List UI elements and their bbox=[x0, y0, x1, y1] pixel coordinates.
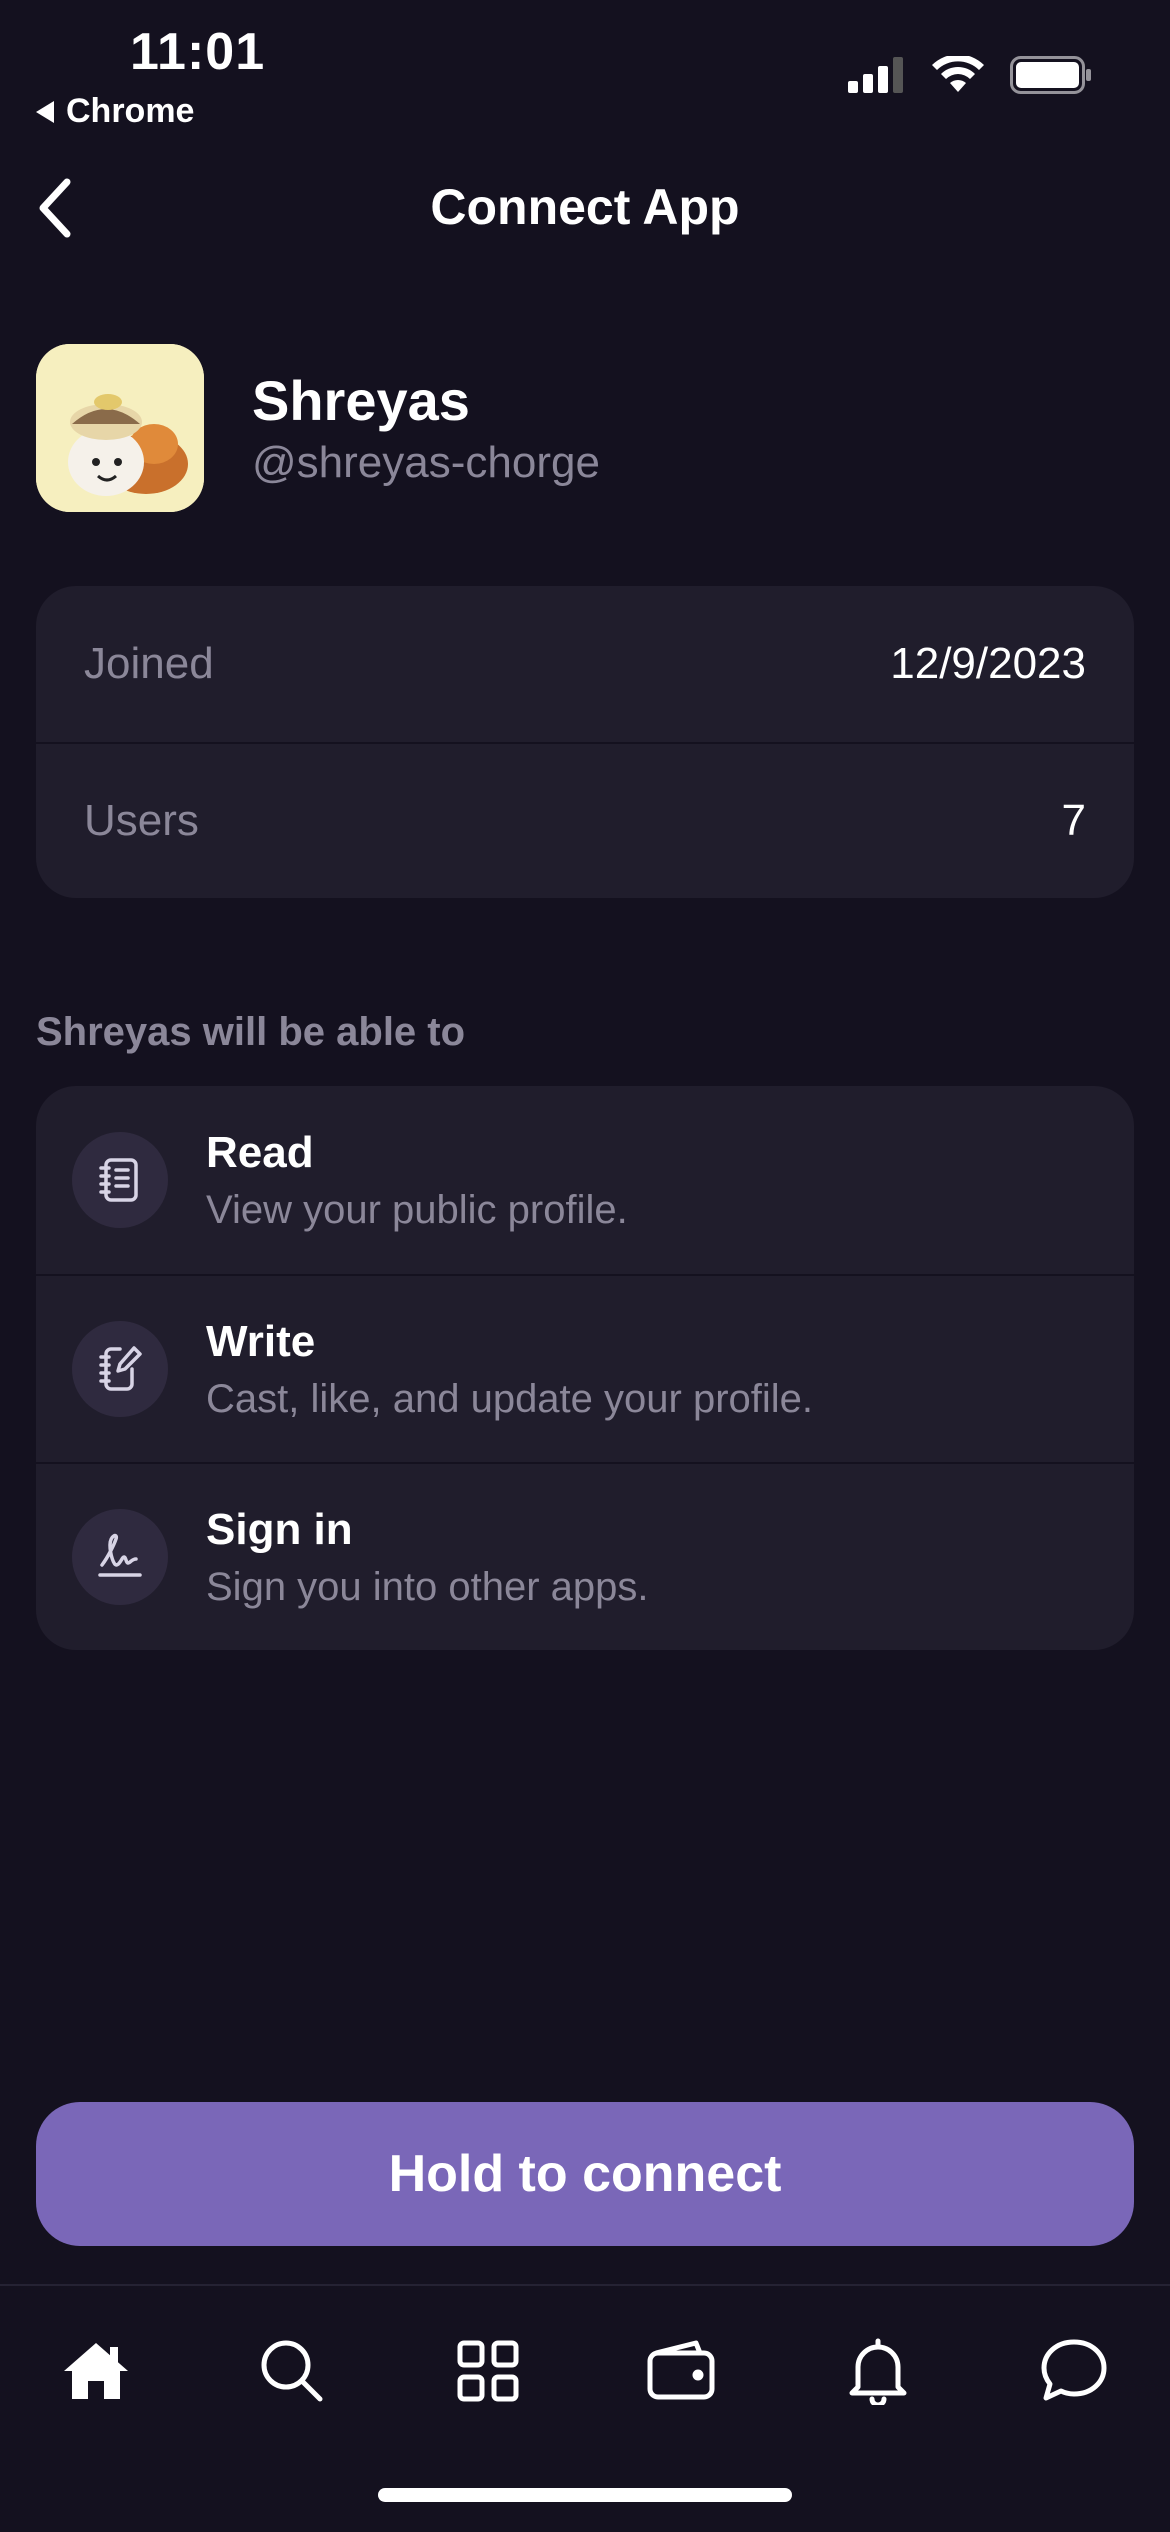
notebook-icon bbox=[72, 1132, 168, 1228]
battery-icon bbox=[1010, 56, 1091, 94]
back-triangle-icon bbox=[36, 100, 54, 123]
info-row-users: Users 7 bbox=[36, 742, 1134, 898]
info-label: Users bbox=[84, 796, 199, 845]
avatar bbox=[36, 344, 204, 512]
signature-icon bbox=[72, 1509, 168, 1605]
wallet-icon bbox=[647, 2340, 715, 2400]
permission-title: Write bbox=[206, 1316, 316, 1366]
grid-icon bbox=[457, 2340, 519, 2402]
chat-icon bbox=[1041, 2339, 1107, 2401]
permission-description: View your public profile. bbox=[206, 1187, 628, 1232]
tab-apps[interactable] bbox=[438, 2326, 538, 2416]
permission-write: Write Cast, like, and update your profil… bbox=[36, 1274, 1134, 1462]
tab-notifications[interactable] bbox=[828, 2326, 928, 2416]
bell-icon bbox=[849, 2338, 907, 2405]
home-indicator[interactable] bbox=[378, 2488, 792, 2502]
info-value: 7 bbox=[1061, 796, 1086, 845]
permission-title: Sign in bbox=[206, 1504, 353, 1554]
permissions-card: Read View your public profile. Write Cas… bbox=[36, 1086, 1134, 1650]
permission-description: Cast, like, and update your profile. bbox=[206, 1376, 814, 1421]
tab-home[interactable] bbox=[46, 2326, 146, 2416]
back-to-app-link[interactable]: Chrome bbox=[36, 92, 194, 131]
status-time: 11:01 bbox=[130, 23, 266, 81]
info-label: Joined bbox=[84, 639, 214, 688]
home-icon bbox=[64, 2343, 128, 2399]
profile-handle: @shreyas-chorge bbox=[252, 438, 600, 487]
info-value: 12/9/2023 bbox=[890, 639, 1086, 688]
tab-wallet[interactable] bbox=[632, 2326, 732, 2416]
profile-name: Shreyas bbox=[252, 369, 470, 432]
edit-note-icon bbox=[72, 1321, 168, 1417]
permission-read: Read View your public profile. bbox=[36, 1086, 1134, 1274]
back-app-label: Chrome bbox=[66, 92, 195, 130]
tab-messages[interactable] bbox=[1024, 2326, 1124, 2416]
permission-title: Read bbox=[206, 1127, 314, 1177]
page-title: Connect App bbox=[430, 179, 740, 235]
avatar-illustration bbox=[36, 344, 204, 512]
tab-search[interactable] bbox=[242, 2326, 342, 2416]
permission-sign-in: Sign in Sign you into other apps. bbox=[36, 1462, 1134, 1650]
status-icons bbox=[848, 56, 1092, 94]
wifi-icon bbox=[932, 56, 984, 92]
permissions-heading: Shreyas will be able to bbox=[36, 1010, 466, 1054]
signal-icon bbox=[848, 57, 903, 93]
permission-description: Sign you into other apps. bbox=[206, 1564, 649, 1609]
connect-app-screen: 11:01 Chrome Connect App Shreyas @shreya… bbox=[0, 0, 1170, 2532]
search-icon bbox=[261, 2340, 323, 2402]
hold-to-connect-button[interactable]: Hold to connect bbox=[36, 2102, 1134, 2246]
info-row-joined: Joined 12/9/2023 bbox=[36, 586, 1134, 742]
app-info-card: Joined 12/9/2023 Users 7 bbox=[36, 586, 1134, 898]
